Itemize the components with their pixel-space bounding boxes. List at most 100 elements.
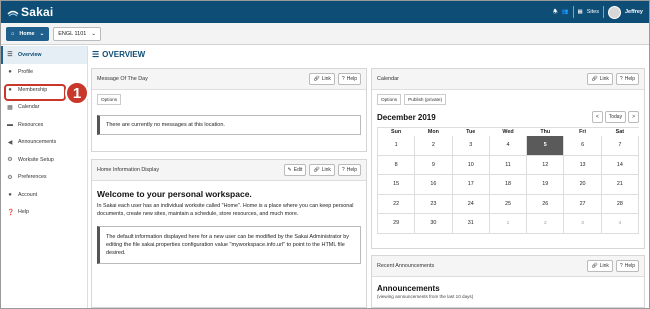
calendar-day-cell[interactable]: 2 xyxy=(415,136,453,156)
calendar-day-cell[interactable]: 16 xyxy=(415,175,453,195)
sidebar-item-overview[interactable]: ☰ Overview xyxy=(1,46,87,64)
calendar-day-cell[interactable]: 23 xyxy=(415,194,453,214)
sidebar-item-announcements[interactable]: ◀ Announcements xyxy=(1,134,87,152)
calendar-day-cell[interactable]: 5 xyxy=(527,136,565,156)
course-site-button[interactable]: ENGL 1101 ⌄ xyxy=(53,26,101,41)
callout-badge: 1 xyxy=(65,81,89,105)
calendar-day-cell[interactable]: 22 xyxy=(378,194,416,214)
list-icon: ☰ xyxy=(7,52,13,59)
grid-icon[interactable]: ▦ xyxy=(578,9,583,15)
calendar-day-cell[interactable]: 29 xyxy=(378,214,416,234)
home-site-button[interactable]: ⌂ Home ⌄ xyxy=(6,26,50,41)
help-icon: ❓ xyxy=(7,209,15,216)
calendar-publish-tab[interactable]: Publish (private) xyxy=(404,94,447,105)
calendar-prev-button[interactable]: < xyxy=(591,111,603,123)
calendar-day-cell[interactable]: 6 xyxy=(564,136,602,156)
weekday-header: Sat xyxy=(602,128,639,136)
sites-link[interactable]: Sites xyxy=(587,9,599,15)
calendar-link-button[interactable]: 🔗︎ Link xyxy=(587,73,613,85)
calendar-day-cell[interactable]: 8 xyxy=(378,155,416,175)
calendar-day-cell[interactable]: 25 xyxy=(489,194,528,214)
calendar-day-cell[interactable]: 27 xyxy=(564,194,602,214)
chevron-down-icon: ⌄ xyxy=(39,30,45,37)
calendar-day-cell[interactable]: 1 xyxy=(378,136,416,156)
calendar-day-cell[interactable]: 4 xyxy=(489,136,528,156)
sidebar-item-label: Help xyxy=(18,209,29,216)
welcome-heading: Welcome to your personal workspace. xyxy=(97,189,252,199)
calendar-day-cell[interactable]: 7 xyxy=(601,136,639,156)
sidebar-item-label: Calendar xyxy=(18,104,40,111)
home-site-label: Home xyxy=(19,30,35,37)
calendar-day-cell[interactable]: 26 xyxy=(527,194,565,214)
sidebar-item-preferences[interactable]: ⚙ Preferences xyxy=(1,169,87,187)
sidebar-item-label: Resources xyxy=(18,121,44,128)
calendar-day-cell[interactable]: 20 xyxy=(564,175,602,195)
calendar-header: Calendar 🔗︎ Link ? Help xyxy=(372,69,644,90)
home-info-help-button[interactable]: ? Help xyxy=(337,164,361,176)
announcements-link-button[interactable]: 🔗︎ Link xyxy=(587,260,613,272)
sidebar-item-label: Preferences xyxy=(18,174,47,181)
sidebar-item-resources[interactable]: ▬ Resources xyxy=(1,116,87,134)
motd-link-button[interactable]: 🔗︎ Link xyxy=(309,73,335,85)
weekday-header: Wed xyxy=(490,128,528,136)
calendar-day-cell[interactable]: 15 xyxy=(378,175,416,195)
calendar-day-cell[interactable]: 10 xyxy=(452,155,490,175)
calendar-help-button[interactable]: ? Help xyxy=(615,73,639,85)
calendar-day-cell[interactable]: 12 xyxy=(527,155,565,175)
calendar-panel: Calendar 🔗︎ Link ? Help Options Publish (p… xyxy=(371,68,645,249)
home-info-edit-button[interactable]: ✎ Edit xyxy=(283,164,307,176)
link-icon: 🔗︎ xyxy=(591,76,598,82)
motd-message: There are currently no messages at this … xyxy=(97,115,361,135)
notifications-icon[interactable]: 🕭 xyxy=(553,8,558,17)
calendar-day-cell[interactable]: 21 xyxy=(601,175,639,195)
calendar-day-cell[interactable]: 13 xyxy=(564,155,602,175)
help-icon: ? xyxy=(341,76,345,82)
help-label: Help xyxy=(346,167,357,173)
calendar-day-cell[interactable]: 2 xyxy=(527,214,565,234)
top-header: Sakai 🕭 👥 ▦ Sites Jeffrey xyxy=(1,1,649,23)
calendar-day-cell[interactable]: 4 xyxy=(601,214,639,234)
calendar-day-cell[interactable]: 24 xyxy=(452,194,490,214)
calendar-day-cell[interactable]: 30 xyxy=(415,214,453,234)
home-info-link-button[interactable]: 🔗︎ Link xyxy=(309,164,335,176)
help-icon: ? xyxy=(619,263,623,269)
sakai-logo-icon xyxy=(7,10,19,17)
link-label: Link xyxy=(599,76,609,82)
calendar-day-cell[interactable]: 14 xyxy=(601,155,639,175)
link-label: Link xyxy=(321,167,331,173)
calendar-day-cell[interactable]: 3 xyxy=(564,214,602,234)
announcements-title: Recent Announcements xyxy=(377,263,435,269)
sliders-icon: ⚙ xyxy=(7,174,13,181)
roster-icon[interactable]: 👥 xyxy=(562,9,569,15)
calendar-day-cell[interactable]: 9 xyxy=(415,155,453,175)
motd-options-tab[interactable]: Options xyxy=(97,94,122,105)
motd-header: Message Of The Day 🔗︎ Link ? Help xyxy=(92,69,366,90)
calendar-day-cell[interactable]: 31 xyxy=(452,214,490,234)
sidebar-item-worksite-setup[interactable]: ⚙ Worksite Setup xyxy=(1,151,87,169)
sidebar-item-account[interactable]: ● Account xyxy=(1,186,87,204)
calendar-day-cell[interactable]: 18 xyxy=(489,175,528,195)
motd-help-button[interactable]: ? Help xyxy=(337,73,361,85)
user-name[interactable]: Jeffrey xyxy=(625,9,643,15)
weekday-header: Tue xyxy=(453,128,490,136)
calendar-day-cell[interactable]: 28 xyxy=(601,194,639,214)
calendar-options-tab[interactable]: Options xyxy=(377,94,402,105)
avatar[interactable] xyxy=(607,5,621,19)
page-title: ☰ OVERVIEW xyxy=(92,50,145,59)
sidebar-item-label: Profile xyxy=(18,69,34,76)
sidebar-item-profile[interactable]: ● Profile xyxy=(1,64,87,82)
sakai-logo[interactable]: Sakai xyxy=(7,5,53,19)
calendar-day-cell[interactable]: 3 xyxy=(452,136,490,156)
calendar-today-button[interactable]: Today xyxy=(604,111,627,123)
announcements-help-button[interactable]: ? Help xyxy=(615,260,639,272)
weekday-header: Sun xyxy=(378,128,416,136)
calendar-day-cell[interactable]: 1 xyxy=(489,214,528,234)
calendar-day-cell[interactable]: 19 xyxy=(527,175,565,195)
site-nav-bar: ⌂ Home ⌄ ENGL 1101 ⌄ xyxy=(1,23,649,45)
calendar-day-cell[interactable]: 17 xyxy=(452,175,490,195)
calendar-next-button[interactable]: > xyxy=(628,111,639,123)
announcements-header: Recent Announcements 🔗︎ Link ? Help xyxy=(372,256,644,277)
calendar-day-cell[interactable]: 11 xyxy=(489,155,528,175)
sidebar-item-help[interactable]: ❓ Help xyxy=(1,204,87,222)
account-icon: ● xyxy=(8,191,12,198)
